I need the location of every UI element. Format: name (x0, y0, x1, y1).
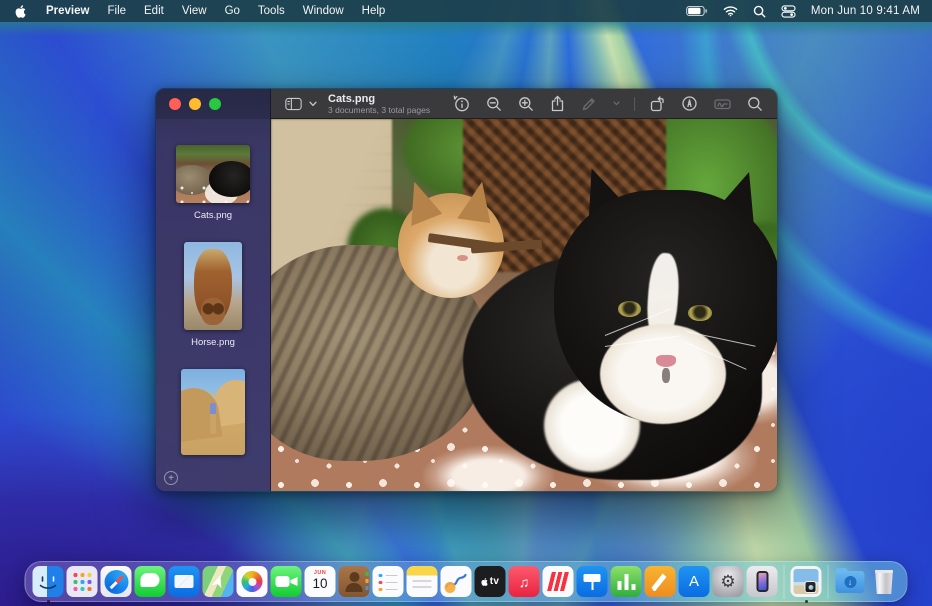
cats-photo (271, 119, 777, 491)
menu-bar: Preview File Edit View Go Tools Window H… (0, 0, 932, 22)
dock-preview-slot (791, 566, 822, 597)
dock-finder-icon[interactable] (33, 566, 64, 597)
horse-thumbnail-image (184, 242, 242, 330)
wifi-icon[interactable] (723, 5, 738, 17)
cats-thumbnail-art (176, 145, 250, 203)
thumbnail-desert[interactable] (181, 369, 245, 455)
dock-finder-slot (33, 566, 64, 597)
dock-appletv-icon[interactable]: tv (475, 566, 506, 597)
dock: JUN 10 tv ♫ A ⚙ (25, 561, 908, 602)
menu-preview[interactable]: Preview (37, 5, 98, 17)
dock-pages-icon[interactable] (645, 566, 676, 597)
titlebar-traffic-lights (156, 89, 270, 119)
settings-gear-glyph: ⚙ (720, 573, 735, 590)
dock-contacts-icon[interactable] (339, 566, 370, 597)
window-subtitle: 3 documents, 3 total pages (328, 105, 430, 115)
dock-numbers-icon[interactable] (611, 566, 642, 597)
dock-divider (828, 565, 829, 599)
markup-pencil-icon[interactable] (579, 94, 599, 114)
fullscreen-button[interactable] (209, 98, 221, 110)
thumbnail-label-cats: Cats.png (194, 210, 232, 221)
desert-thumbnail-art (181, 369, 245, 455)
photo-tuxedo-eye (688, 305, 711, 321)
dock-photos-icon[interactable] (237, 566, 268, 597)
menu-tools[interactable]: Tools (249, 5, 294, 17)
dock-news-icon[interactable] (543, 566, 574, 597)
window-title: Cats.png (328, 93, 430, 105)
dock-appstore-icon[interactable]: A (679, 566, 710, 597)
rotate-icon[interactable] (647, 94, 667, 114)
dock-trash-icon[interactable] (869, 566, 900, 597)
dock-downloads-icon[interactable]: ↓ (835, 566, 866, 597)
cats-thumbnail-image (176, 145, 250, 203)
close-button[interactable] (169, 98, 181, 110)
menu-file[interactable]: File (98, 5, 135, 17)
photo-tuxedo-mouth (662, 368, 670, 383)
thumbnail-cats[interactable]: Cats.png (176, 145, 250, 221)
dock-launchpad-icon[interactable] (67, 566, 98, 597)
toolbar-divider (634, 97, 635, 111)
dock-notes-icon[interactable] (407, 566, 438, 597)
dock-keynote-icon[interactable] (577, 566, 608, 597)
dock-mail-icon[interactable] (169, 566, 200, 597)
share-icon[interactable] (548, 93, 567, 114)
markup-chevron-icon[interactable] (611, 99, 622, 108)
preview-window: Cats.png Horse.png + (155, 88, 778, 492)
menu-bar-status: Mon Jun 10 9:41 AM (686, 5, 920, 18)
control-center-icon[interactable] (781, 5, 796, 18)
calendar-day: 10 (305, 576, 336, 591)
apple-logo-icon (14, 4, 27, 19)
photo-tuxedo-nose (656, 355, 676, 367)
horse-thumbnail-art (184, 242, 242, 330)
thumbnail-label-horse: Horse.png (191, 337, 235, 348)
sidebar-toggle-icon[interactable] (283, 95, 304, 113)
inspector-icon[interactable] (451, 93, 472, 114)
menu-go[interactable]: Go (216, 5, 249, 17)
battery-icon[interactable] (686, 5, 708, 17)
photo-tuxedo-eye (618, 301, 641, 317)
desktop: Preview File Edit View Go Tools Window H… (0, 0, 932, 606)
search-icon[interactable] (745, 94, 765, 114)
dock-reminders-icon[interactable] (373, 566, 404, 597)
dock-freeform-icon[interactable] (441, 566, 472, 597)
image-canvas (271, 119, 777, 491)
music-note-glyph: ♫ (519, 575, 530, 589)
sidebar-chevron-down-icon[interactable] (307, 99, 319, 109)
dock-music-icon[interactable]: ♫ (509, 566, 540, 597)
signature-icon[interactable] (712, 95, 733, 113)
menu-bar-clock[interactable]: Mon Jun 10 9:41 AM (811, 5, 920, 17)
desert-thumbnail-image (181, 369, 245, 455)
window-sidebar: Cats.png Horse.png + (156, 89, 271, 491)
dock-calendar-icon[interactable]: JUN 10 (305, 566, 336, 597)
menu-help[interactable]: Help (353, 5, 395, 17)
dock-facetime-icon[interactable] (271, 566, 302, 597)
dock-messages-icon[interactable] (135, 566, 166, 597)
spotlight-search-icon[interactable] (753, 5, 766, 18)
downloads-arrow-glyph: ↓ (844, 576, 856, 588)
add-page-button[interactable]: + (164, 471, 178, 485)
menu-edit[interactable]: Edit (135, 5, 173, 17)
thumbnail-list: Cats.png Horse.png + (156, 119, 270, 491)
window-toolbar: Cats.png 3 documents, 3 total pages (271, 89, 777, 119)
appletv-tv-glyph: tv (490, 576, 500, 587)
dock-iphone-mirroring-icon[interactable] (747, 566, 778, 597)
dock-maps-icon[interactable] (203, 566, 234, 597)
window-main: Cats.png 3 documents, 3 total pages (271, 89, 777, 491)
thumbnail-horse[interactable]: Horse.png (184, 242, 242, 348)
dock-preview-icon[interactable] (791, 566, 822, 597)
dock-divider (784, 565, 785, 599)
dock-safari-icon[interactable] (101, 566, 132, 597)
zoom-out-icon[interactable] (484, 94, 504, 114)
zoom-in-icon[interactable] (516, 94, 536, 114)
menu-window[interactable]: Window (294, 5, 353, 17)
apple-menu[interactable] (12, 4, 37, 19)
highlight-icon[interactable] (679, 93, 700, 114)
menu-bar-menus: Preview File Edit View Go Tools Window H… (12, 4, 394, 19)
window-title-group: Cats.png 3 documents, 3 total pages (328, 93, 430, 115)
minimize-button[interactable] (189, 98, 201, 110)
menu-view[interactable]: View (173, 5, 216, 17)
dock-settings-icon[interactable]: ⚙ (713, 566, 744, 597)
appstore-a-glyph: A (689, 573, 699, 590)
